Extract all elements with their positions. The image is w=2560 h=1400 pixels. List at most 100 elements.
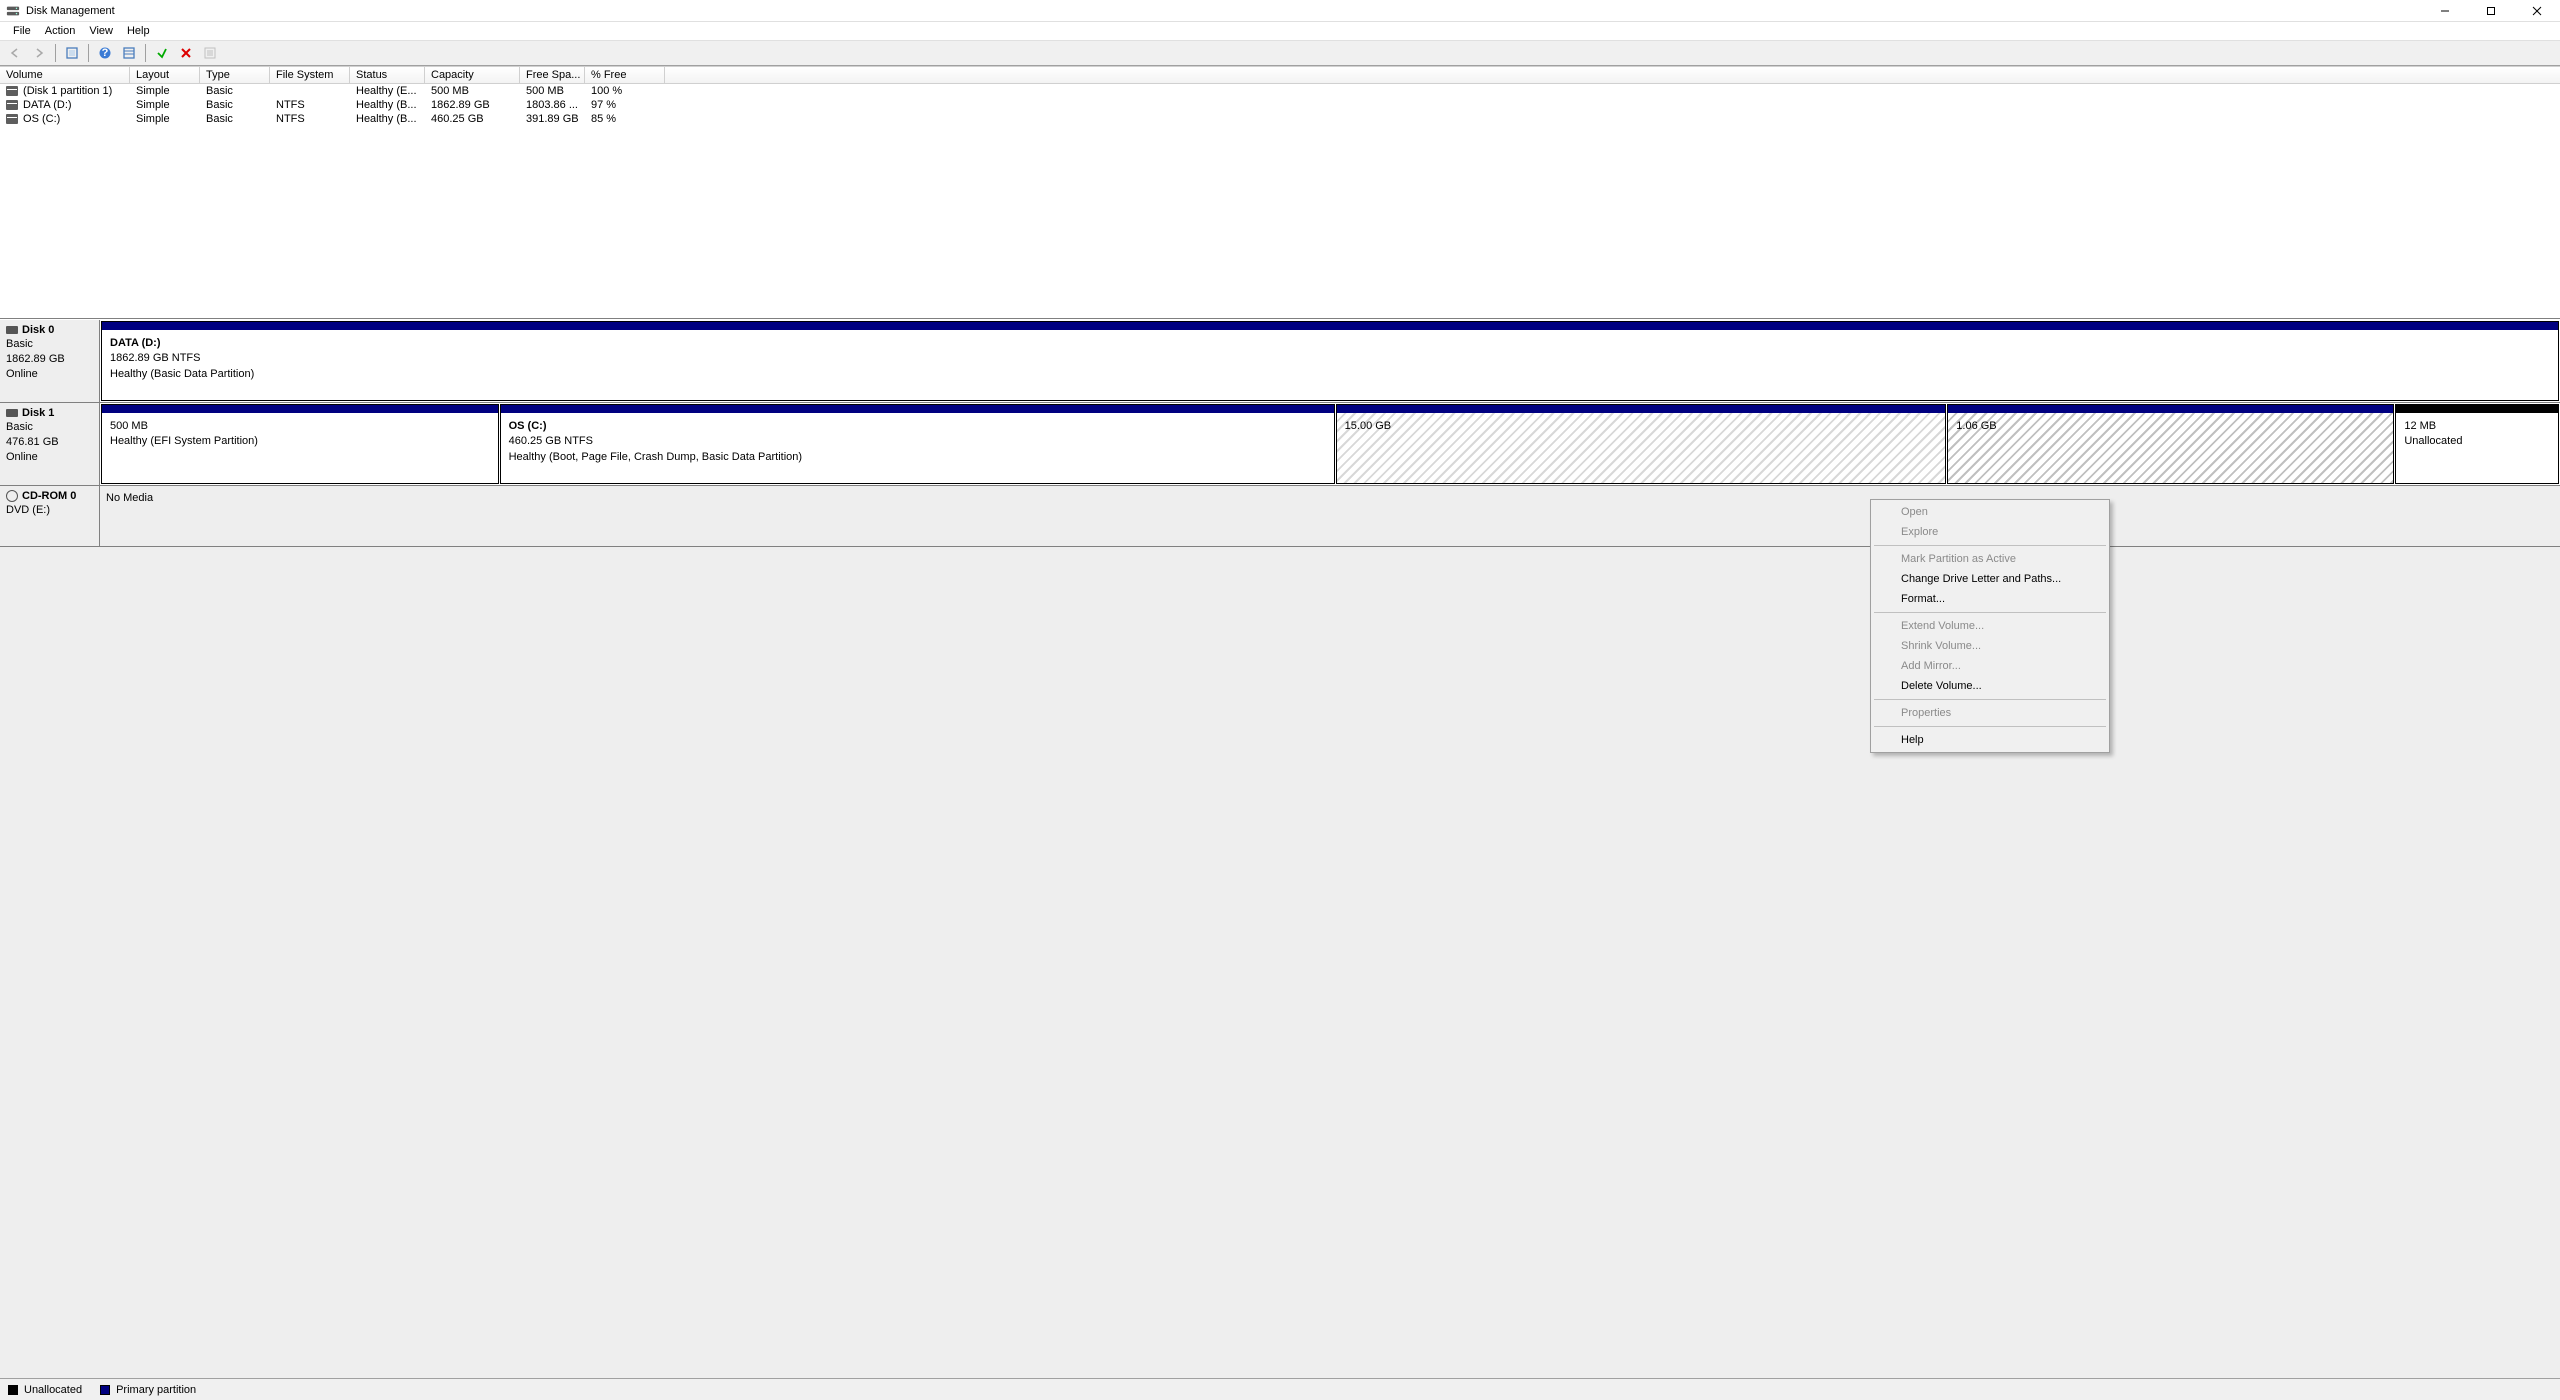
volume-name: DATA (D:) <box>20 99 72 111</box>
volume-cell: 500 MB <box>520 85 585 97</box>
volume-cell <box>270 85 350 97</box>
delete-button[interactable] <box>175 42 197 64</box>
volume-cell: Healthy (B... <box>350 99 425 111</box>
volume-cell: Simple <box>130 113 200 125</box>
partition[interactable]: 12 MBUnallocated <box>2395 404 2559 484</box>
partition-size: 12 MB <box>2404 419 2550 434</box>
column-header[interactable]: File System <box>270 67 350 83</box>
refresh-button[interactable] <box>61 42 83 64</box>
disk-name-text: Disk 0 <box>22 324 54 336</box>
partition-stripe <box>1337 405 1946 413</box>
menu-view[interactable]: View <box>82 23 120 39</box>
context-menu-item[interactable]: Format... <box>1873 589 2107 609</box>
legend-bar: Unallocated Primary partition <box>0 1378 2560 1400</box>
disk-partitions: DATA (D:)1862.89 GB NTFSHealthy (Basic D… <box>100 320 2560 402</box>
close-button[interactable] <box>2514 0 2560 22</box>
window-controls <box>2422 0 2560 22</box>
partition-title: DATA (D:) <box>110 336 2550 351</box>
column-header[interactable]: Layout <box>130 67 200 83</box>
partition-status: Healthy (EFI System Partition) <box>110 434 490 449</box>
volume-cell: Basic <box>200 99 270 111</box>
disk-row: CD-ROM 0DVD (E:) No Media <box>0 486 2560 547</box>
column-header[interactable]: % Free <box>585 67 665 83</box>
volume-cell: NTFS <box>270 113 350 125</box>
disk-label[interactable]: Disk 0Basic1862.89 GBOnline <box>0 320 100 402</box>
volume-cell: 391.89 GB <box>520 113 585 125</box>
disk-partitions: No Media <box>100 486 2560 546</box>
partition-body: 1.06 GB <box>1948 413 2393 483</box>
maximize-button[interactable] <box>2468 0 2514 22</box>
volume-row[interactable]: (Disk 1 partition 1)SimpleBasicHealthy (… <box>0 84 2560 98</box>
partition[interactable]: 1.06 GB <box>1947 404 2394 484</box>
volume-icon <box>6 86 18 96</box>
column-header[interactable]: Type <box>200 67 270 83</box>
back-button[interactable] <box>4 42 26 64</box>
column-header[interactable]: Free Spa... <box>520 67 585 83</box>
menubar: File Action View Help <box>0 22 2560 41</box>
partition-title: OS (C:) <box>509 419 1326 434</box>
disk-info: Basic476.81 GBOnline <box>6 420 93 465</box>
volume-name: (Disk 1 partition 1) <box>20 85 112 97</box>
properties-button[interactable] <box>199 42 221 64</box>
volume-cell: DATA (D:) <box>0 99 130 111</box>
partition-size: 1.06 GB <box>1956 419 2385 434</box>
disk-graphical-view: Disk 0Basic1862.89 GBOnlineDATA (D:)1862… <box>0 319 2560 1378</box>
volume-list[interactable]: (Disk 1 partition 1)SimpleBasicHealthy (… <box>0 84 2560 319</box>
volume-cell: 100 % <box>585 85 665 97</box>
context-menu-item: Explore <box>1873 522 2107 542</box>
partition[interactable]: 15.00 GB <box>1336 404 1947 484</box>
volume-cell: NTFS <box>270 99 350 111</box>
disk-name-text: CD-ROM 0 <box>22 490 76 502</box>
context-menu-item[interactable]: Delete Volume... <box>1873 676 2107 696</box>
column-header[interactable]: Capacity <box>425 67 520 83</box>
partition[interactable]: OS (C:)460.25 GB NTFSHealthy (Boot, Page… <box>500 404 1335 484</box>
partition-stripe <box>102 322 2558 330</box>
help-button[interactable]: ? <box>94 42 116 64</box>
menu-help[interactable]: Help <box>120 23 157 39</box>
column-header[interactable]: Volume <box>0 67 130 83</box>
legend-label-primary: Primary partition <box>116 1384 196 1396</box>
settings-button[interactable] <box>118 42 140 64</box>
disk-info: DVD (E:) <box>6 503 93 518</box>
volume-cell: Healthy (B... <box>350 113 425 125</box>
volume-cell: 500 MB <box>425 85 520 97</box>
partition-size: 460.25 GB NTFS <box>509 434 1326 449</box>
toolbar-separator <box>88 44 89 62</box>
volume-cell: Basic <box>200 85 270 97</box>
menu-file[interactable]: File <box>6 23 38 39</box>
context-menu-item: Properties <box>1873 703 2107 723</box>
volume-row[interactable]: OS (C:)SimpleBasicNTFSHealthy (B...460.2… <box>0 112 2560 126</box>
volume-cell: 97 % <box>585 99 665 111</box>
disk-row: Disk 1Basic476.81 GBOnline500 MBHealthy … <box>0 403 2560 486</box>
disk-label[interactable]: CD-ROM 0DVD (E:) <box>0 486 100 546</box>
context-menu-separator <box>1874 699 2106 700</box>
context-menu-separator <box>1874 726 2106 727</box>
context-menu-item: Mark Partition as Active <box>1873 549 2107 569</box>
partition-status: Healthy (Basic Data Partition) <box>110 367 2550 382</box>
context-menu-item: Extend Volume... <box>1873 616 2107 636</box>
window-title: Disk Management <box>26 5 115 17</box>
action-button[interactable] <box>151 42 173 64</box>
no-media-label: No Media <box>106 492 153 504</box>
context-menu-item[interactable]: Help <box>1873 730 2107 750</box>
dvd-icon <box>6 490 18 502</box>
minimize-button[interactable] <box>2422 0 2468 22</box>
toolbar-separator <box>55 44 56 62</box>
forward-button[interactable] <box>28 42 50 64</box>
partition-size: 500 MB <box>110 419 490 434</box>
disk-label[interactable]: Disk 1Basic476.81 GBOnline <box>0 403 100 485</box>
context-menu-item[interactable]: Change Drive Letter and Paths... <box>1873 569 2107 589</box>
volume-list-header: VolumeLayoutTypeFile SystemStatusCapacit… <box>0 66 2560 84</box>
volume-icon <box>6 114 18 124</box>
column-header[interactable]: Status <box>350 67 425 83</box>
partition[interactable]: 500 MBHealthy (EFI System Partition) <box>101 404 499 484</box>
volume-cell: Simple <box>130 85 200 97</box>
volume-cell: 1803.86 ... <box>520 99 585 111</box>
volume-row[interactable]: DATA (D:)SimpleBasicNTFSHealthy (B...186… <box>0 98 2560 112</box>
partition[interactable]: DATA (D:)1862.89 GB NTFSHealthy (Basic D… <box>101 321 2559 401</box>
partition-status: Unallocated <box>2404 434 2550 449</box>
volume-icon <box>6 100 18 110</box>
disk-row: Disk 0Basic1862.89 GBOnlineDATA (D:)1862… <box>0 320 2560 403</box>
menu-action[interactable]: Action <box>38 23 83 39</box>
volume-cell: Basic <box>200 113 270 125</box>
